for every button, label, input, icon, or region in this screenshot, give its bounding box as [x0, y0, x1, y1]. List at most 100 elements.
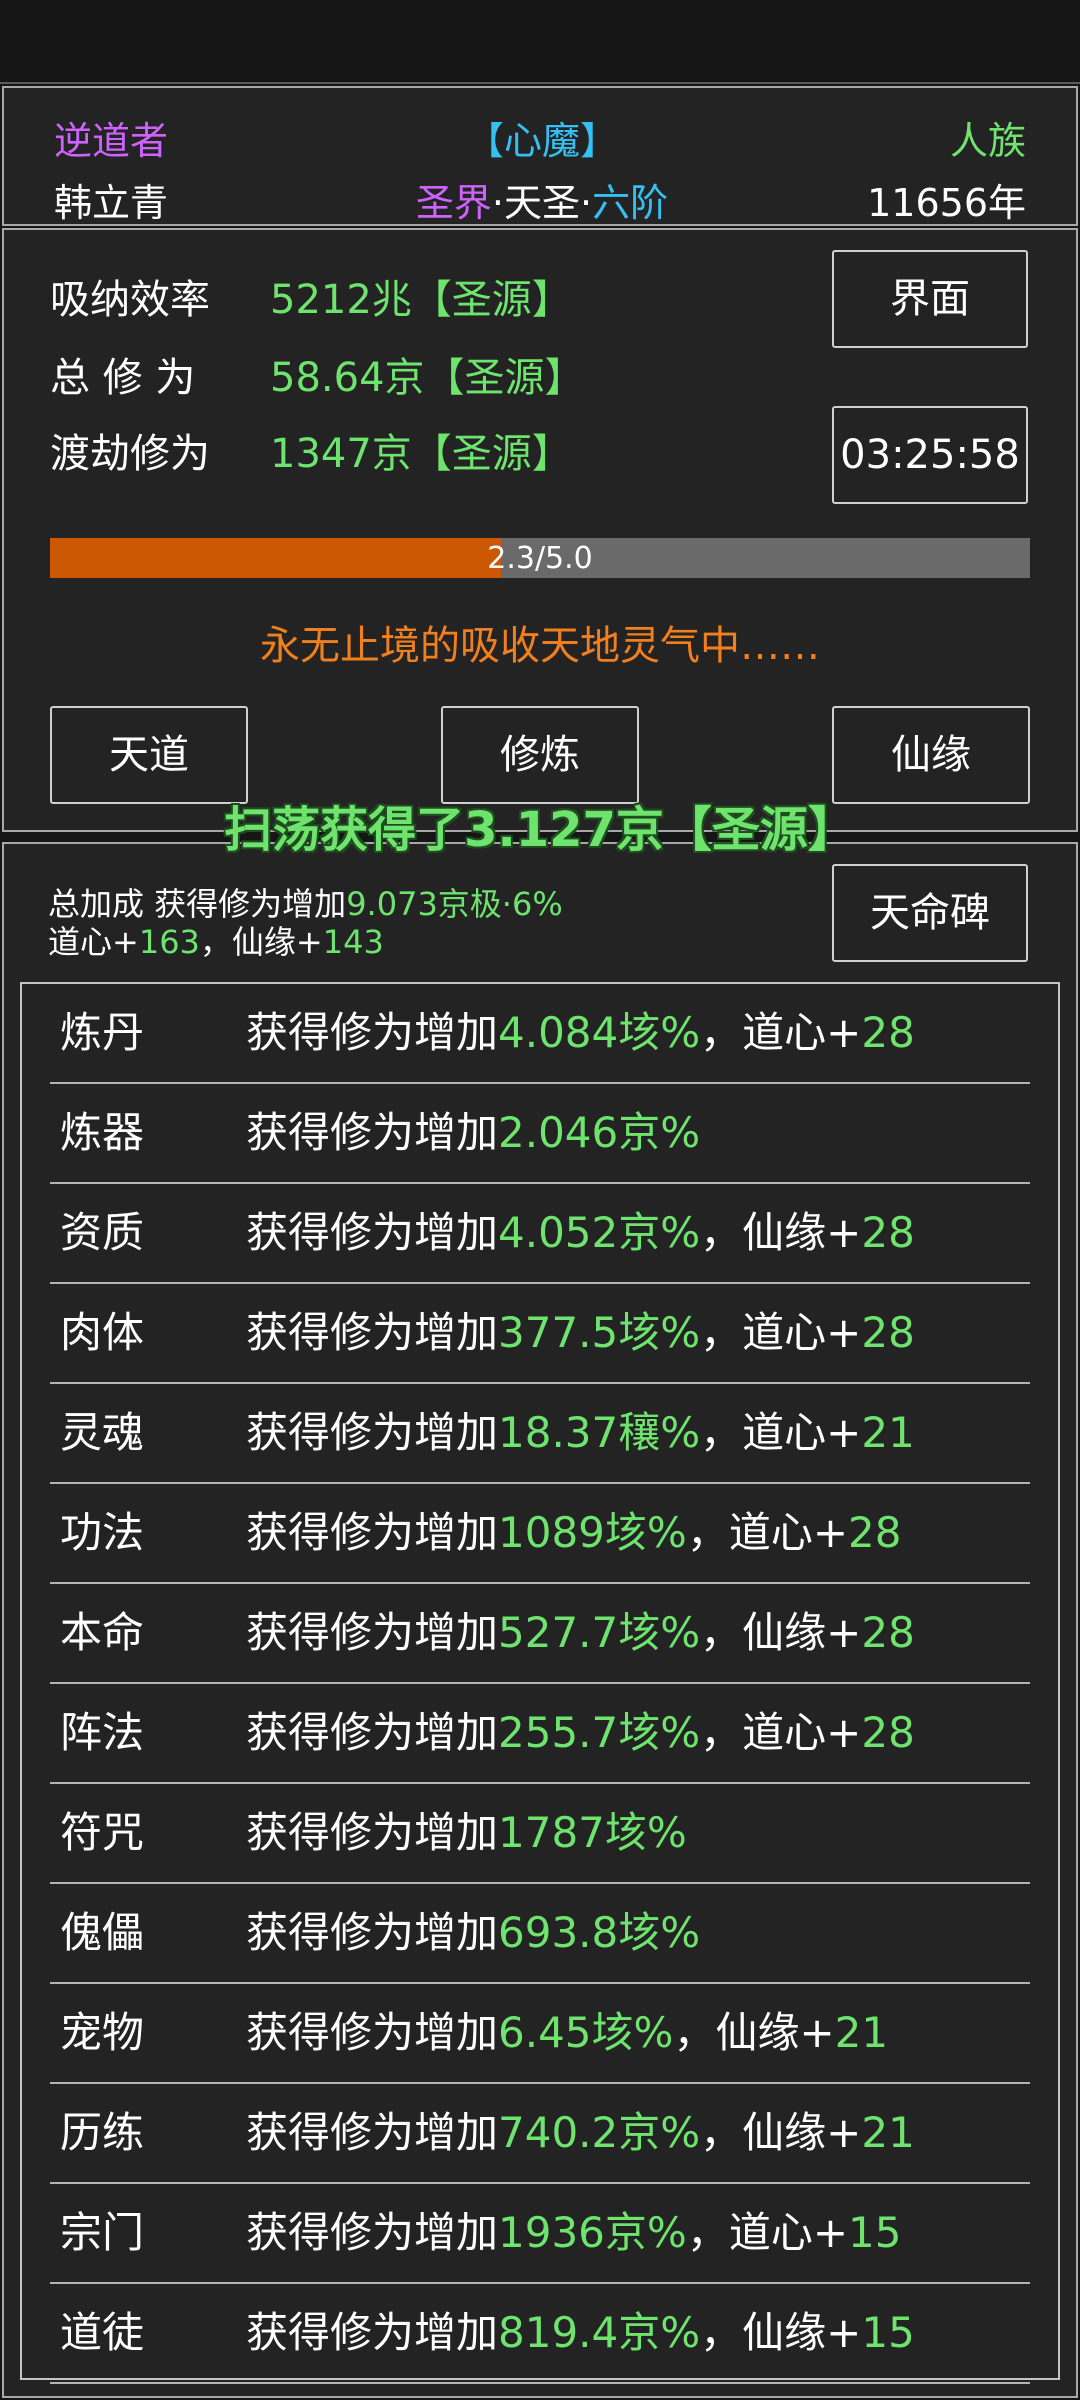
bonus-row-value: 1089垓% — [498, 1508, 687, 1557]
realm-separator: · — [580, 181, 593, 225]
realm-mid: 天圣 — [503, 181, 580, 225]
bonus-row-effect: 获得修为增加6.45垓%，仙缘+21 — [246, 2012, 888, 2054]
bonus-row-extra-label: ，道心+ — [686, 2208, 849, 2257]
bonus-row-value: 2.046京% — [498, 1108, 701, 1157]
bonus-row-name: 傀儡 — [60, 1908, 145, 1957]
bonus-row-effect: 获得修为增加527.7垓%，仙缘+28 — [246, 1612, 915, 1654]
bonus-row-name: 阵法 — [60, 1708, 145, 1757]
bonus-row: 历练 获得修为增加740.2京%，仙缘+21 — [50, 2084, 1030, 2184]
player-race: 人族 — [949, 119, 1026, 163]
bonus-row-prefix: 获得修为增加 — [246, 1408, 499, 1457]
bonus-row-extra-label: ，道心+ — [700, 1408, 862, 1457]
xianyuan-button[interactable]: 仙缘 — [832, 706, 1030, 804]
bonus-row-value: 255.7垓% — [498, 1708, 701, 1757]
bonus-row-prefix: 获得修为增加 — [246, 1608, 499, 1657]
bonus-row-extra-value: 28 — [861, 1208, 915, 1257]
tribulation-value: 1347京【圣源】 — [270, 431, 572, 477]
absorb-value: 5212兆【圣源】 — [270, 277, 572, 323]
bonus-row-extra-value: 28 — [861, 1708, 915, 1757]
bonus-row-effect: 获得修为增加693.8垓% — [246, 1912, 700, 1954]
bonus-row-name: 灵魂 — [60, 1408, 145, 1457]
bonus-row-name: 本命 — [60, 1608, 145, 1657]
bonus-row: 功法 获得修为增加1089垓%，道心+28 — [50, 1484, 1030, 1584]
bonus-row-extra-value: 21 — [861, 2108, 915, 2157]
bonus-row-name: 炼器 — [60, 1108, 145, 1157]
bonus-row-value: 4.052京% — [498, 1208, 701, 1257]
bonus-list: 炼丹 获得修为增加4.084垓%，道心+28 炼器 获得修为增加2.046京% 资质 获得… — [20, 982, 1060, 2384]
xiulian-button[interactable]: 修炼 — [441, 706, 639, 804]
bonus-row-effect: 获得修为增加255.7垓%，道心+28 — [246, 1712, 915, 1754]
status-bar — [0, 0, 1080, 84]
realm-main: 圣界 — [415, 181, 492, 225]
bonus-row-name: 符咒 — [60, 1808, 145, 1857]
bonus-row-prefix: 获得修为增加 — [246, 1108, 499, 1157]
bonus-row-value: 693.8垓% — [498, 1908, 701, 1957]
bonus-row-name: 宗门 — [60, 2208, 145, 2257]
player-state: 【心魔】 — [465, 119, 618, 163]
bonus-row-prefix: 获得修为增加 — [246, 1508, 499, 1557]
bonus-row: 灵魂 获得修为增加18.37穰%，道心+21 — [50, 1384, 1030, 1484]
bonus-row-prefix: 获得修为增加 — [246, 2208, 499, 2257]
bonus-total: 总加成 获得修为增加9.073京极·6% — [48, 888, 563, 920]
bonus-row: 宗门 获得修为增加1936京%，道心+15 — [50, 2184, 1030, 2284]
bonus-total-prefix: 总加成 获得修为增加 — [48, 885, 347, 923]
bonus-row: 炼丹 获得修为增加4.084垓%，道心+28 — [50, 984, 1030, 1084]
bonus-row-name: 宠物 — [60, 2008, 145, 2057]
bonus-row-effect: 获得修为增加4.052京%，仙缘+28 — [246, 1212, 915, 1254]
countdown-timer[interactable]: 03:25:58 — [832, 406, 1028, 504]
bonus-row-extra-value: 28 — [861, 1308, 915, 1357]
absorb-label: 吸纳效率 — [50, 277, 210, 323]
xianyuan-value: 143 — [322, 923, 384, 961]
bonus-row-extra-value: 28 — [848, 1508, 902, 1557]
bonus-row-value: 4.084垓% — [498, 1008, 701, 1057]
player-age: 11656年 — [867, 181, 1026, 225]
tribulation-progress-bar: 2.3/5.0 — [50, 538, 1030, 578]
bonus-row-prefix: 获得修为增加 — [246, 2008, 499, 2057]
bonus-row-prefix: 获得修为增加 — [246, 1208, 499, 1257]
total-label: 总 修 为 — [50, 355, 196, 401]
bonus-row-value: 6.45垓% — [498, 2008, 674, 2057]
xianyuan-label: 仙缘+ — [231, 923, 323, 961]
bonus-row: 资质 获得修为增加4.052京%，仙缘+28 — [50, 1184, 1030, 1284]
daoxin-value: 163 — [138, 923, 200, 961]
interface-button[interactable]: 界面 — [832, 250, 1028, 348]
realm-separator: · — [491, 181, 504, 225]
bonus-row-prefix: 获得修为增加 — [246, 1708, 499, 1757]
bonus-row-value: 1787垓% — [498, 1808, 687, 1857]
bonus-total-value: 9.073京极·6% — [346, 885, 563, 923]
bonus-row: 炼器 获得修为增加2.046京% — [50, 1084, 1030, 1184]
bonus-row: 阵法 获得修为增加255.7垓%，道心+28 — [50, 1684, 1030, 1784]
bonus-row: 宠物 获得修为增加6.45垓%，仙缘+21 — [50, 1984, 1030, 2084]
bonus-row-name: 功法 — [60, 1508, 145, 1557]
status-message: 永无止境的吸收天地灵气中…… — [260, 623, 820, 669]
bonus-row: 符咒 获得修为增加1787垓% — [50, 1784, 1030, 1884]
bonus-row-effect: 获得修为增加819.4京%，仙缘+15 — [246, 2312, 915, 2354]
bonus-separator: ， — [199, 923, 232, 961]
sweep-notification: 扫荡获得了3.127京【圣源】 — [224, 802, 856, 858]
bonus-row-effect: 获得修为增加4.084垓%，道心+28 — [246, 1012, 915, 1054]
bonus-row-extra-label: ，道心+ — [700, 1308, 862, 1357]
bonus-row-name: 历练 — [60, 2108, 145, 2157]
tianming-stele-button[interactable]: 天命碑 — [832, 864, 1028, 962]
tribulation-label: 渡劫修为 — [50, 431, 210, 477]
bonus-row-effect: 获得修为增加1936京%，道心+15 — [246, 2212, 901, 2254]
bonus-row-extra-value: 28 — [861, 1008, 915, 1057]
bonus-row-extra-label: ，仙缘+ — [673, 2008, 835, 2057]
bonus-row-prefix: 获得修为增加 — [246, 1908, 499, 1957]
bonus-row-extra-label: ，仙缘+ — [700, 1208, 862, 1257]
bonus-row-name: 肉体 — [60, 1308, 145, 1357]
tiandao-button[interactable]: 天道 — [50, 706, 248, 804]
bonus-row-extra-label: ，仙缘+ — [700, 2108, 862, 2157]
bonus-row-name: 道徒 — [60, 2308, 145, 2357]
bonus-attributes: 道心+163，仙缘+143 — [48, 926, 384, 958]
bonus-row-effect: 获得修为增加18.37穰%，道心+21 — [246, 1412, 915, 1454]
bonus-row-name: 炼丹 — [60, 1008, 145, 1057]
bonus-row-extra-value: 21 — [834, 2008, 889, 2057]
bonus-row: 本命 获得修为增加527.7垓%，仙缘+28 — [50, 1584, 1030, 1684]
realm-stage: 六阶 — [592, 181, 669, 225]
bonus-row-effect: 获得修为增加2.046京% — [246, 1112, 700, 1154]
bonus-row-prefix: 获得修为增加 — [246, 1808, 499, 1857]
progress-text: 2.3/5.0 — [487, 540, 593, 576]
bonus-row-extra-label: ，仙缘+ — [700, 2308, 862, 2357]
bonus-row-prefix: 获得修为增加 — [246, 2108, 499, 2157]
